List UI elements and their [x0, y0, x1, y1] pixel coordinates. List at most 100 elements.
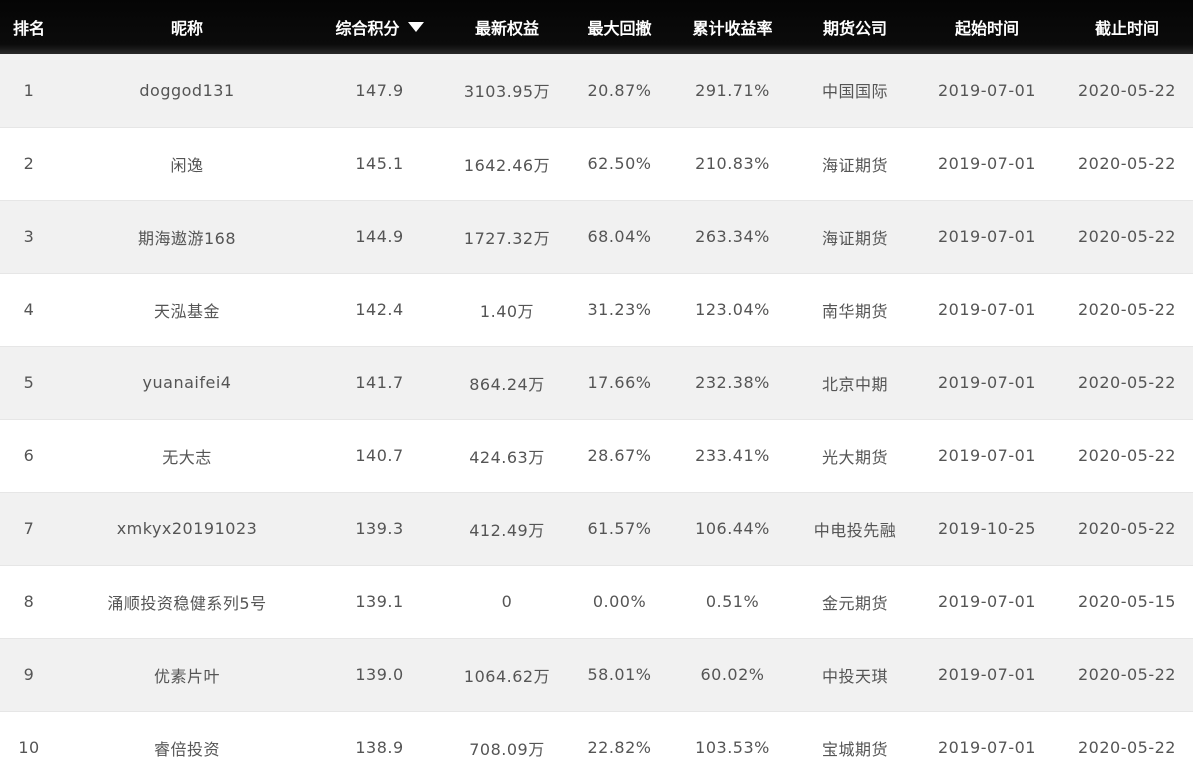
end-date-cell: 2020-05-22	[1078, 300, 1176, 319]
broker-cell: 光大期货	[821, 447, 888, 467]
header-equity[interactable]: 最新权益	[443, 0, 571, 54]
nickname-cell[interactable]: doggod131	[58, 54, 316, 127]
start-date-cell: 2019-10-25	[938, 519, 1036, 538]
start-date-cell: 2019-07-01	[938, 300, 1036, 319]
table-row[interactable]: 4 天泓基金 142.4 1.40万 31.23% 123.04% 南华期货 2…	[0, 273, 1193, 346]
score-cell: 140.7	[355, 446, 404, 465]
score-cell: 141.7	[355, 373, 404, 392]
header-score-sort[interactable]: 综合积分	[316, 0, 443, 54]
max-drawdown-cell: 17.66%	[587, 373, 652, 392]
broker-cell: 海证期货	[821, 155, 888, 175]
cum-return-cell: 233.41%	[695, 446, 770, 465]
nickname-cell[interactable]: xmkyx20191023	[58, 492, 316, 565]
equity-cell: 1727.32万	[463, 228, 551, 248]
table-row[interactable]: 6 无大志 140.7 424.63万 28.67% 233.41% 光大期货 …	[0, 419, 1193, 492]
max-drawdown-cell: 28.67%	[587, 446, 652, 465]
broker-cell: 中投天琪	[821, 666, 888, 686]
header-score-label: 综合积分	[335, 19, 400, 38]
table-row[interactable]: 5 yuanaifei4 141.7 864.24万 17.66% 232.38…	[0, 346, 1193, 419]
score-cell: 139.0	[355, 665, 404, 684]
table-row[interactable]: 1 doggod131 147.9 3103.95万 20.87% 291.71…	[0, 54, 1193, 127]
cum-return-cell: 263.34%	[695, 227, 770, 246]
table-row[interactable]: 3 期海遨游168 144.9 1727.32万 68.04% 263.34% …	[0, 200, 1193, 273]
end-date-cell: 2020-05-22	[1078, 227, 1176, 246]
header-cum-return[interactable]: 累计收益率	[668, 0, 797, 54]
header-broker[interactable]: 期货公司	[797, 0, 913, 54]
broker-cell: 中国国际	[821, 82, 888, 102]
broker-cell: 南华期货	[821, 301, 888, 321]
max-drawdown-cell: 62.50%	[587, 154, 652, 173]
broker-cell: 金元期货	[821, 593, 888, 613]
rank-cell: 8	[23, 592, 35, 611]
header-end-date[interactable]: 截止时间	[1061, 0, 1193, 54]
max-drawdown-cell: 31.23%	[587, 300, 652, 319]
rank-cell: 5	[23, 373, 35, 392]
end-date-cell: 2020-05-22	[1078, 738, 1176, 757]
nickname-cell[interactable]: 闲逸	[58, 127, 316, 200]
nickname-cell[interactable]: 天泓基金	[58, 273, 316, 346]
score-cell: 139.3	[355, 519, 404, 538]
table-row[interactable]: 7 xmkyx20191023 139.3 412.49万 61.57% 106…	[0, 492, 1193, 565]
sort-down-icon	[407, 22, 424, 32]
score-cell: 144.9	[355, 227, 404, 246]
nickname-cell[interactable]: 涌顺投资稳健系列5号	[58, 565, 316, 638]
table-row[interactable]: 8 涌顺投资稳健系列5号 139.1 0 0.00% 0.51% 金元期货 20…	[0, 565, 1193, 638]
rank-cell: 2	[23, 154, 35, 173]
cum-return-cell: 103.53%	[695, 738, 770, 757]
rank-cell: 1	[23, 80, 35, 100]
start-date-cell: 2019-07-01	[938, 446, 1036, 465]
rank-cell: 9	[23, 665, 35, 684]
table-row[interactable]: 9 优素片叶 139.0 1064.62万 58.01% 60.02% 中投天琪…	[0, 638, 1193, 711]
end-date-cell: 2020-05-22	[1078, 373, 1176, 392]
equity-cell: 0	[501, 592, 513, 611]
broker-cell: 中电投先融	[813, 520, 897, 540]
start-date-cell: 2019-07-01	[938, 592, 1036, 611]
score-cell: 138.9	[355, 738, 404, 757]
rank-cell: 7	[23, 519, 35, 538]
start-date-cell: 2019-07-01	[938, 665, 1036, 684]
rank-cell: 10	[18, 738, 40, 757]
score-cell: 147.9	[355, 80, 404, 100]
score-cell: 139.1	[355, 592, 404, 611]
equity-cell: 424.63万	[469, 447, 545, 467]
score-cell: 145.1	[355, 154, 404, 173]
end-date-cell: 2020-05-22	[1078, 665, 1176, 684]
cum-return-cell: 291.71%	[695, 80, 770, 100]
broker-cell: 宝城期货	[821, 739, 888, 759]
equity-cell: 864.24万	[469, 374, 545, 394]
header-start-date[interactable]: 起始时间	[913, 0, 1061, 54]
header-max-drawdown[interactable]: 最大回撤	[571, 0, 668, 54]
table-body: 1 doggod131 147.9 3103.95万 20.87% 291.71…	[0, 54, 1193, 784]
end-date-cell: 2020-05-22	[1078, 446, 1176, 465]
start-date-cell: 2019-07-01	[938, 154, 1036, 173]
cum-return-cell: 232.38%	[695, 373, 770, 392]
cum-return-cell: 210.83%	[695, 154, 770, 173]
equity-cell: 1642.46万	[463, 155, 551, 175]
table-header: 排名 昵称 综合积分 最新权益 最大回撤 累计收益率 期货公司 起始时间 截止时…	[0, 0, 1193, 54]
ranking-table: 排名 昵称 综合积分 最新权益 最大回撤 累计收益率 期货公司 起始时间 截止时…	[0, 0, 1193, 784]
start-date-cell: 2019-07-01	[938, 80, 1036, 100]
table-row[interactable]: 10 睿倍投资 138.9 708.09万 22.82% 103.53% 宝城期…	[0, 711, 1193, 784]
header-rank[interactable]: 排名	[0, 0, 58, 54]
equity-cell: 3103.95万	[463, 82, 551, 102]
cum-return-cell: 123.04%	[695, 300, 770, 319]
max-drawdown-cell: 0.00%	[592, 592, 647, 611]
end-date-cell: 2020-05-22	[1078, 154, 1176, 173]
header-nickname[interactable]: 昵称	[58, 0, 316, 54]
nickname-cell[interactable]: yuanaifei4	[58, 346, 316, 419]
equity-cell: 1064.62万	[463, 666, 551, 686]
score-cell: 142.4	[355, 300, 404, 319]
cum-return-cell: 60.02%	[700, 665, 765, 684]
nickname-cell[interactable]: 期海遨游168	[58, 200, 316, 273]
end-date-cell: 2020-05-22	[1078, 519, 1176, 538]
nickname-cell[interactable]: 睿倍投资	[58, 711, 316, 784]
table-row[interactable]: 2 闲逸 145.1 1642.46万 62.50% 210.83% 海证期货 …	[0, 127, 1193, 200]
nickname-cell[interactable]: 无大志	[58, 419, 316, 492]
max-drawdown-cell: 20.87%	[587, 80, 652, 100]
nickname-cell[interactable]: 优素片叶	[58, 638, 316, 711]
max-drawdown-cell: 61.57%	[587, 519, 652, 538]
broker-cell: 北京中期	[821, 374, 888, 394]
end-date-cell: 2020-05-15	[1078, 592, 1176, 611]
equity-cell: 412.49万	[469, 520, 545, 540]
end-date-cell: 2020-05-22	[1078, 80, 1176, 100]
